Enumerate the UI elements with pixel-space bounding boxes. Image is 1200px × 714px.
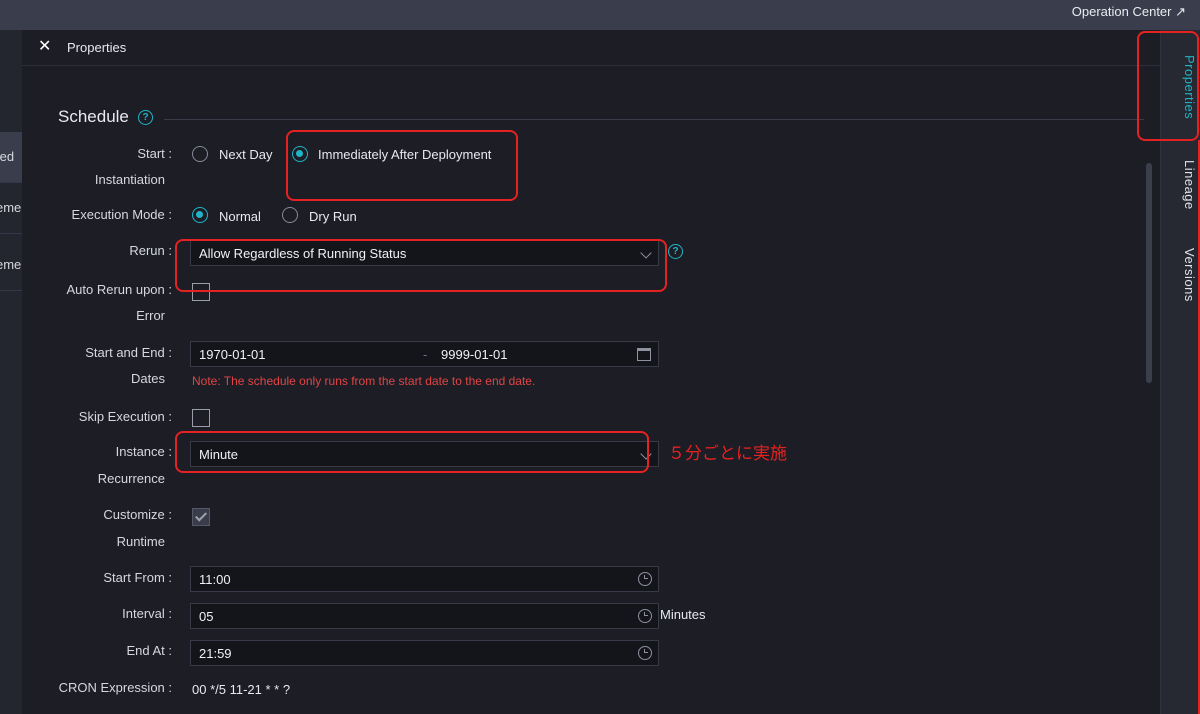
- customize-runtime-label: Customize :: [103, 507, 172, 522]
- radio-next-day[interactable]: [192, 146, 208, 162]
- highlight-start-instantiation: [286, 130, 518, 201]
- clock-icon[interactable]: [638, 646, 652, 660]
- radio-dry-run-label: Dry Run: [309, 209, 357, 224]
- interval-input[interactable]: 05: [190, 603, 659, 629]
- scrollbar[interactable]: [1146, 163, 1152, 383]
- properties-panel: ✕ Properties Schedule ? Start : Instanti…: [22, 30, 1160, 714]
- section-divider: [164, 119, 1144, 120]
- customize-runtime-checkbox[interactable]: [192, 508, 210, 526]
- date-separator: -: [423, 347, 428, 362]
- radio-dry-run[interactable]: [282, 207, 298, 223]
- rerun-help-icon[interactable]: ?: [668, 244, 683, 259]
- radio-normal[interactable]: [192, 207, 208, 223]
- interval-label: Interval :: [122, 606, 172, 621]
- interval-value: 05: [199, 609, 214, 624]
- tab-versions[interactable]: Versions: [1165, 240, 1197, 310]
- dates-label: Start and End :: [85, 345, 172, 360]
- instance-recurrence-value: Minute: [199, 447, 239, 462]
- operation-center-link[interactable]: Operation Center ↗: [1072, 0, 1186, 24]
- end-at-label: End At :: [126, 643, 172, 658]
- skip-execution-label: Skip Execution :: [78, 409, 172, 424]
- auto-rerun-label-2: Error: [136, 308, 165, 323]
- start-instantiation-label: Start :: [137, 146, 172, 161]
- rerun-label: Rerun :: [129, 243, 172, 258]
- end-at-time-input[interactable]: 21:59: [190, 640, 659, 666]
- clock-icon[interactable]: [638, 609, 652, 623]
- date-range-picker[interactable]: 1970-01-01 - 9999-01-01: [190, 341, 659, 367]
- schedule-section-title: Schedule ?: [58, 107, 153, 127]
- calendar-icon[interactable]: [637, 348, 651, 361]
- cron-label: CRON Expression :: [58, 680, 172, 695]
- right-tab-bar: Properties Lineage Versions: [1160, 30, 1200, 714]
- annotation-note: ５分ごとに実施: [668, 444, 787, 463]
- chevron-down-icon: [640, 247, 652, 259]
- chevron-down-icon: [640, 448, 652, 460]
- start-from-label: Start From :: [103, 570, 172, 585]
- clock-icon[interactable]: [638, 572, 652, 586]
- radio-immediately-label: Immediately After Deployment: [318, 147, 492, 162]
- rerun-select[interactable]: Allow Regardless of Running Status: [190, 240, 659, 266]
- start-from-value: 11:00: [199, 572, 231, 587]
- start-from-time-input[interactable]: 11:00: [190, 566, 659, 592]
- start-date-value[interactable]: 1970-01-01: [199, 342, 266, 367]
- top-bar: Operation Center ↗: [0, 0, 1200, 30]
- schedule-title: Schedule: [58, 107, 129, 126]
- interval-unit: Minutes: [660, 607, 706, 622]
- dates-note: Note: The schedule only runs from the st…: [192, 374, 536, 388]
- close-icon[interactable]: ✕: [38, 39, 52, 55]
- radio-normal-label: Normal: [219, 209, 261, 224]
- tab-lineage[interactable]: Lineage: [1165, 150, 1197, 220]
- left-nav-item[interactable]: eme: [0, 240, 22, 291]
- instance-recurrence-label: Instance :: [115, 444, 172, 459]
- radio-next-day-label: Next Day: [219, 147, 273, 162]
- execution-mode-label: Execution Mode :: [71, 207, 172, 222]
- skip-execution-checkbox[interactable]: [192, 409, 210, 427]
- dates-label-2: Dates: [131, 371, 165, 386]
- radio-immediately-after-deployment[interactable]: [292, 146, 308, 162]
- tab-properties[interactable]: Properties: [1165, 42, 1197, 132]
- start-instantiation-label-2: Instantiation: [94, 172, 165, 187]
- help-icon[interactable]: ?: [138, 110, 153, 125]
- auto-rerun-checkbox[interactable]: [192, 283, 210, 301]
- cron-value: 00 */5 11-21 * * ?: [192, 682, 291, 697]
- end-at-value: 21:59: [199, 646, 232, 661]
- panel-title: Properties: [67, 40, 127, 55]
- instance-recurrence-label-2: Recurrence: [97, 471, 165, 486]
- rerun-select-value: Allow Regardless of Running Status: [199, 246, 407, 261]
- customize-runtime-label-2: Runtime: [116, 534, 165, 549]
- end-date-value[interactable]: 9999-01-01: [441, 342, 508, 367]
- auto-rerun-label: Auto Rerun upon :: [66, 282, 172, 297]
- panel-header: ✕ Properties: [22, 30, 1160, 66]
- instance-recurrence-select[interactable]: Minute: [190, 441, 659, 467]
